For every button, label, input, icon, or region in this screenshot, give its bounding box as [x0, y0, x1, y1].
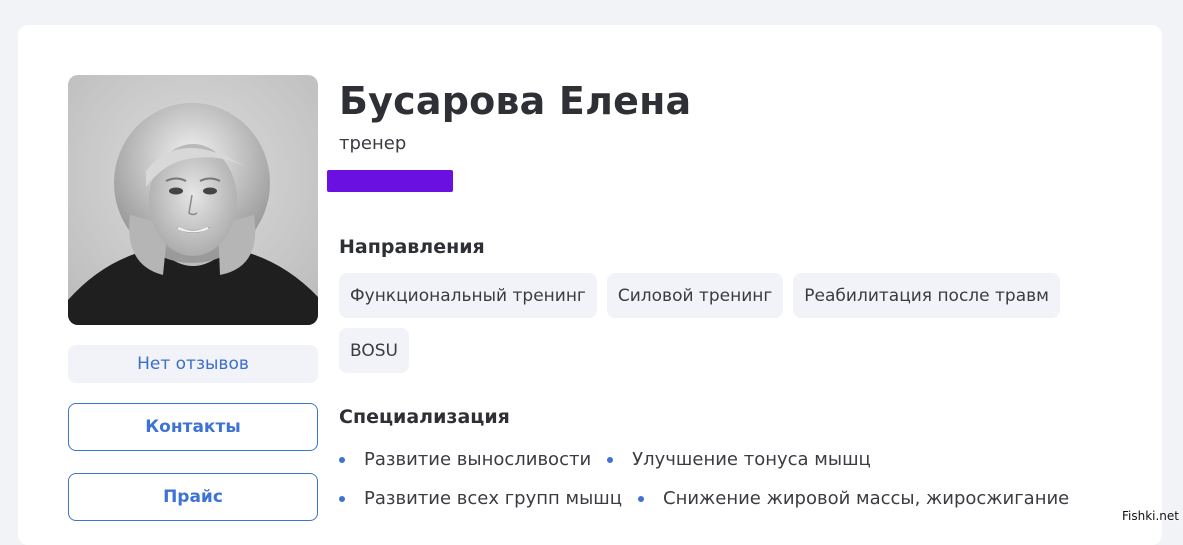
specialization-item: Развитие выносливости	[339, 449, 591, 470]
specialization-item: Снижение жировой массы, жиросжигание	[638, 488, 1069, 509]
specialization-label: Улучшение тонуса мышц	[632, 449, 871, 470]
profile-card: Нет отзывов Контакты Прайс Бусарова Елен…	[18, 25, 1162, 545]
direction-tag[interactable]: BOSU	[339, 328, 409, 373]
trainer-photo	[68, 75, 318, 325]
redaction-mark	[327, 170, 453, 192]
specialization-label: Развитие всех групп мышц	[364, 488, 623, 509]
contacts-button[interactable]: Контакты	[68, 403, 318, 451]
specialization-title: Специализация	[339, 406, 510, 428]
trainer-name: Бусарова Елена	[339, 79, 692, 123]
profile-details: Бусарова Елена тренер Направления Функци…	[327, 75, 1139, 509]
specialization-label: Развитие выносливости	[364, 449, 592, 470]
direction-tag[interactable]: Реабилитация после травм	[793, 273, 1060, 318]
bullet-icon	[638, 495, 645, 502]
directions-title: Направления	[339, 236, 485, 258]
specialization-label: Снижение жировой массы, жиросжигание	[663, 488, 1070, 509]
watermark: Fishki.net	[1121, 509, 1179, 523]
specialization-item: Улучшение тонуса мышц	[607, 449, 871, 470]
directions-tags: Функциональный тренинг Силовой тренинг Р…	[339, 273, 1119, 373]
specialization-item: Развитие всех групп мышц	[339, 488, 622, 509]
profile-sidebar: Нет отзывов Контакты Прайс	[68, 75, 318, 521]
price-button[interactable]: Прайс	[68, 473, 318, 521]
bullet-icon	[607, 456, 614, 463]
trainer-role: тренер	[339, 133, 407, 154]
specialization-row: Развитие всех групп мышц Снижение жирово…	[339, 479, 1099, 518]
specialization-list: Развитие выносливости Улучшение тонуса м…	[339, 440, 1099, 518]
bullet-icon	[339, 495, 345, 502]
reviews-badge[interactable]: Нет отзывов	[68, 345, 318, 383]
bullet-icon	[339, 456, 345, 463]
direction-tag[interactable]: Силовой тренинг	[606, 273, 784, 318]
direction-tag[interactable]: Функциональный тренинг	[339, 273, 597, 318]
specialization-row: Развитие выносливости Улучшение тонуса м…	[339, 440, 1099, 479]
